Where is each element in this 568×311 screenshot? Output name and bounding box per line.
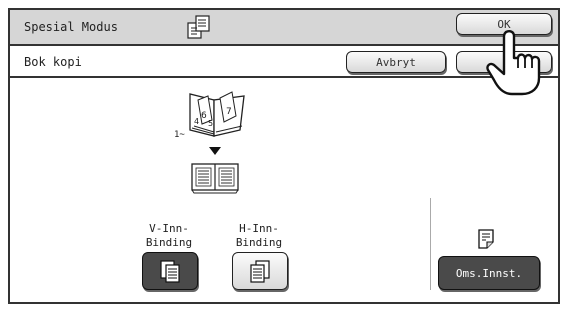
copy-mode-icon bbox=[187, 15, 210, 39]
right-binding-icon bbox=[250, 260, 270, 283]
title-bar: Spesial Modus OK bbox=[10, 10, 558, 46]
svg-text:6: 6 bbox=[201, 111, 207, 121]
section-title: Bok kopi bbox=[24, 55, 82, 69]
cancel-button-label: Avbryt bbox=[376, 55, 416, 69]
left-binding-button[interactable] bbox=[142, 252, 198, 290]
dialog-frame: Spesial Modus OK Bok kopi Avbryt 6 7 5 4… bbox=[8, 8, 560, 304]
page-title: Spesial Modus bbox=[24, 20, 118, 34]
cancel-button[interactable]: Avbryt bbox=[346, 51, 446, 73]
svg-text:7: 7 bbox=[226, 107, 232, 117]
left-binding-label: V-Inn- Binding bbox=[145, 222, 193, 249]
vertical-divider bbox=[430, 198, 431, 290]
settings-button-label: Oms.Innst. bbox=[455, 266, 523, 280]
svg-text:4: 4 bbox=[194, 117, 199, 126]
book-range-label: 1~ bbox=[174, 130, 185, 140]
open-book-icon: 6 7 5 4 bbox=[189, 91, 245, 137]
sub-header: Bok kopi Avbryt bbox=[10, 46, 558, 78]
book-spread-icon bbox=[191, 163, 239, 194]
pointing-hand-icon bbox=[486, 30, 541, 96]
settings-button[interactable]: Oms.Innst. bbox=[438, 256, 540, 290]
left-binding-icon bbox=[160, 260, 180, 283]
right-binding-button[interactable] bbox=[232, 252, 288, 290]
page-layout-icon bbox=[478, 229, 494, 249]
svg-text:5: 5 bbox=[208, 119, 213, 128]
right-binding-label: H-Inn- Binding bbox=[235, 222, 283, 249]
down-arrow-icon bbox=[209, 147, 221, 155]
book-copy-panel: 6 7 5 4 1~ V-Inn- Binding H-Inn- Binding bbox=[10, 78, 558, 302]
